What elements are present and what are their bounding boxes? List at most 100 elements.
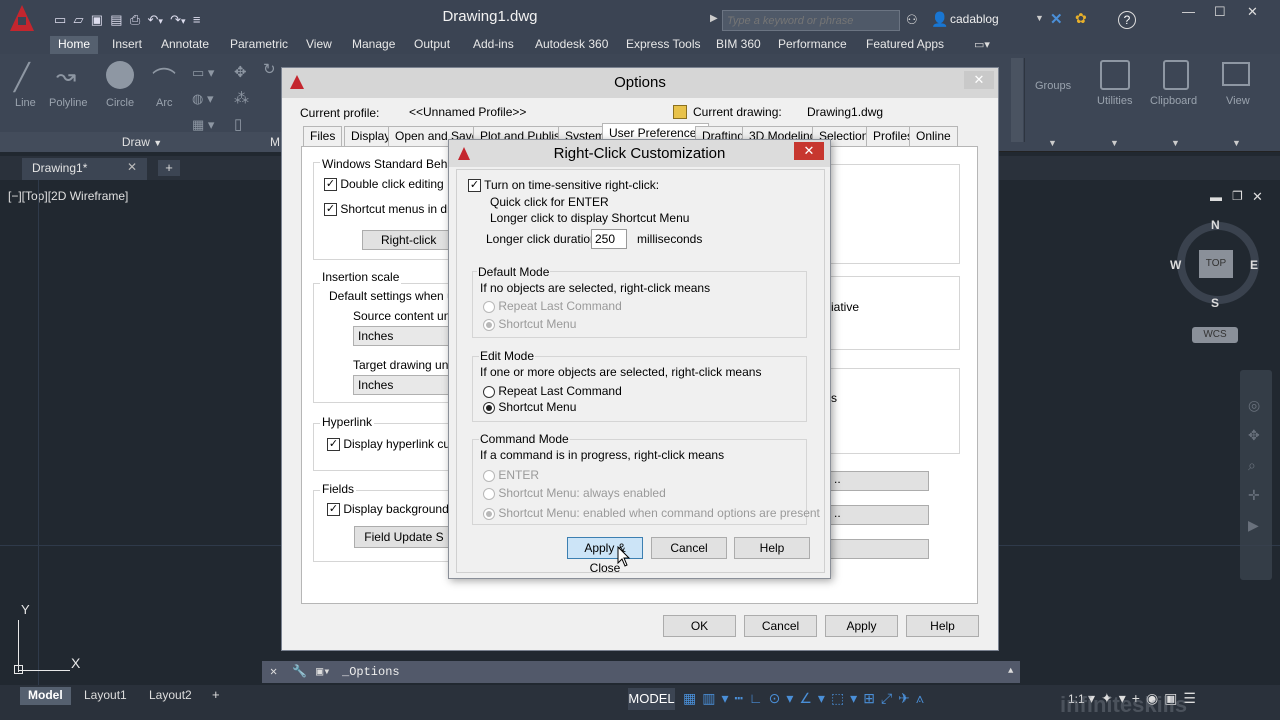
groups-chevron-icon[interactable]: ▼ — [1048, 138, 1057, 148]
arc-tool-label[interactable]: Arc — [156, 97, 173, 109]
clipboard-icon[interactable] — [1163, 60, 1189, 90]
apply-close-button[interactable]: Apply & Close — [567, 537, 643, 575]
rc-title-bar[interactable]: Right-Click Customization — [449, 140, 830, 167]
viewport-restore-icon[interactable]: ❐ — [1232, 189, 1243, 203]
search-expand-icon[interactable]: ▶ — [710, 13, 718, 24]
draw-panel-title[interactable]: Draw ▼ — [0, 132, 284, 152]
settings-button-1[interactable]: .. — [830, 471, 929, 491]
binoculars-icon[interactable]: ⚇ — [906, 12, 918, 28]
ribbon-minimize-icon[interactable]: ▭▾ — [974, 38, 990, 51]
circle-icon[interactable] — [106, 61, 134, 89]
display-background-row[interactable]: ✓ Display background of — [327, 502, 462, 517]
exchange-icon[interactable]: ✕ — [1050, 10, 1063, 28]
polyline-tool-label[interactable]: Polyline — [49, 97, 88, 109]
shortcut-menus-checkbox[interactable]: ✓ — [324, 203, 337, 217]
display-hyperlink-row[interactable]: ✓ Display hyperlink curso — [327, 437, 467, 452]
right-click-customization-button[interactable]: Right-click Cus — [362, 230, 452, 250]
utilities-label[interactable]: Utilities — [1097, 95, 1132, 107]
compass-east[interactable]: E — [1250, 258, 1258, 272]
line-tool-label[interactable]: Line — [15, 97, 36, 109]
circle-tool-label[interactable]: Circle — [106, 97, 134, 109]
rotate-icon[interactable]: ↻ — [263, 60, 276, 78]
modify-tools-icon[interactable]: ✥ ⁂ ▯ — [234, 60, 249, 138]
options-close-icon[interactable]: ✕ — [964, 71, 994, 89]
tab-home[interactable]: Home — [50, 36, 99, 54]
user-icon[interactable]: 👤 — [931, 11, 948, 28]
compass-north[interactable]: N — [1211, 218, 1220, 232]
edit-repeat-label[interactable]: Repeat Last Command — [498, 384, 621, 398]
ok-button[interactable]: OK — [663, 615, 736, 637]
add-layout-icon[interactable]: + — [212, 687, 220, 702]
view-panel-label[interactable]: View — [1226, 95, 1250, 107]
a360-icon[interactable]: ✿ — [1075, 10, 1087, 27]
tab-manage[interactable]: Manage — [344, 36, 403, 54]
edit-shortcut-option[interactable]: Shortcut Menu — [483, 400, 576, 414]
double-click-row[interactable]: ✓ Double click editing — [324, 177, 444, 192]
close-doc-tab-icon[interactable]: ✕ — [127, 160, 137, 174]
tab-insert[interactable]: Insert — [104, 36, 150, 54]
target-units-select[interactable]: Inches — [353, 375, 453, 395]
groups-panel[interactable] — [1024, 58, 1084, 142]
tab-autodesk-360[interactable]: Autodesk 360 — [527, 36, 616, 54]
rc-close-icon[interactable]: ✕ — [794, 142, 824, 160]
clipboard-chevron-icon[interactable]: ▼ — [1171, 138, 1180, 148]
layout-tab-model[interactable]: Model — [20, 687, 71, 705]
layout-tab-layout2[interactable]: Layout2 — [141, 687, 200, 705]
maximize-icon[interactable]: ☐ — [1214, 4, 1226, 20]
user-dropdown-icon[interactable]: ▼ — [1035, 13, 1044, 23]
tab-annotate[interactable]: Annotate — [153, 36, 217, 54]
search-input[interactable] — [722, 10, 900, 31]
close-app-icon[interactable]: ✕ — [1247, 4, 1258, 20]
source-units-select[interactable]: Inches — [353, 326, 453, 346]
rc-cancel-button[interactable]: Cancel — [651, 537, 727, 559]
tab-featured-apps[interactable]: Featured Apps — [858, 36, 952, 54]
help-icon[interactable]: ? — [1118, 11, 1136, 29]
compass-west[interactable]: W — [1170, 258, 1181, 272]
viewport-controls[interactable]: [−][Top][2D Wireframe] — [8, 189, 128, 203]
calculator-icon[interactable] — [1100, 60, 1130, 90]
display-hyperlink-checkbox[interactable]: ✓ — [327, 438, 340, 452]
navigation-icons[interactable]: ◎ ✥ ⌕ ✛ ▶ — [1248, 390, 1260, 540]
minimize-icon[interactable]: — — [1182, 4, 1195, 19]
cmd-history-icon[interactable]: ▲ — [1008, 666, 1013, 676]
viewport-minimize-icon[interactable]: ▬ — [1210, 190, 1222, 204]
viewport-close-icon[interactable]: ✕ — [1252, 189, 1263, 205]
model-space-toggle[interactable]: MODEL — [628, 688, 675, 710]
apply-button[interactable]: Apply — [825, 615, 898, 637]
clipboard-label[interactable]: Clipboard — [1150, 95, 1197, 107]
shortcut-menus-row[interactable]: ✓ Shortcut menus in draw — [324, 202, 466, 217]
viewcube-top[interactable]: TOP — [1199, 250, 1233, 278]
tab-performance[interactable]: Performance — [770, 36, 855, 54]
view-panel-icon[interactable] — [1222, 62, 1250, 86]
tab-add-ins[interactable]: Add-ins — [465, 36, 522, 54]
new-tab-icon[interactable]: + — [158, 160, 180, 176]
options-cancel-button[interactable]: Cancel — [744, 615, 817, 637]
edit-shortcut-label[interactable]: Shortcut Menu — [498, 400, 576, 414]
user-name[interactable]: cadablog — [950, 12, 999, 26]
options-help-button[interactable]: Help — [906, 615, 979, 637]
tab-express-tools[interactable]: Express Tools — [618, 36, 708, 54]
compass-south[interactable]: S — [1211, 296, 1219, 310]
layout-tab-layout1[interactable]: Layout1 — [76, 687, 135, 705]
draw-small-tools[interactable]: ▭ ▾ ◍ ▾ ▦ ▾ — [192, 60, 214, 138]
edit-repeat-option[interactable]: Repeat Last Command — [483, 384, 622, 398]
tab-view[interactable]: View — [298, 36, 340, 54]
wcs-menu[interactable]: WCS — [1192, 327, 1238, 343]
rc-help-button[interactable]: Help — [734, 537, 810, 559]
tab-output[interactable]: Output — [406, 36, 458, 54]
line-icon[interactable]: ╱ — [14, 62, 44, 92]
duration-input[interactable]: 250 — [591, 229, 627, 249]
time-sensitive-checkbox[interactable]: ✓ — [468, 179, 481, 193]
edit-repeat-radio[interactable] — [483, 385, 495, 398]
command-input[interactable] — [342, 662, 1002, 682]
status-toggle-icons[interactable]: ▦▥▾┅∟⊙▾∠▾⬚▾⊞⤢✈⟑ — [683, 690, 930, 707]
polyline-icon[interactable]: ↝ — [56, 62, 76, 91]
time-sensitive-row[interactable]: ✓ Turn on time-sensitive right-click: — [468, 178, 659, 193]
tab-online[interactable]: Online — [909, 126, 958, 146]
field-update-settings-button[interactable]: Field Update S — [354, 526, 454, 548]
display-background-checkbox[interactable]: ✓ — [327, 503, 340, 517]
utilities-chevron-icon[interactable]: ▼ — [1110, 138, 1119, 148]
tab-bim-360[interactable]: BIM 360 — [708, 36, 769, 54]
options-title-bar[interactable]: Options — [282, 68, 998, 98]
ribbon-scroll[interactable] — [1011, 58, 1023, 142]
